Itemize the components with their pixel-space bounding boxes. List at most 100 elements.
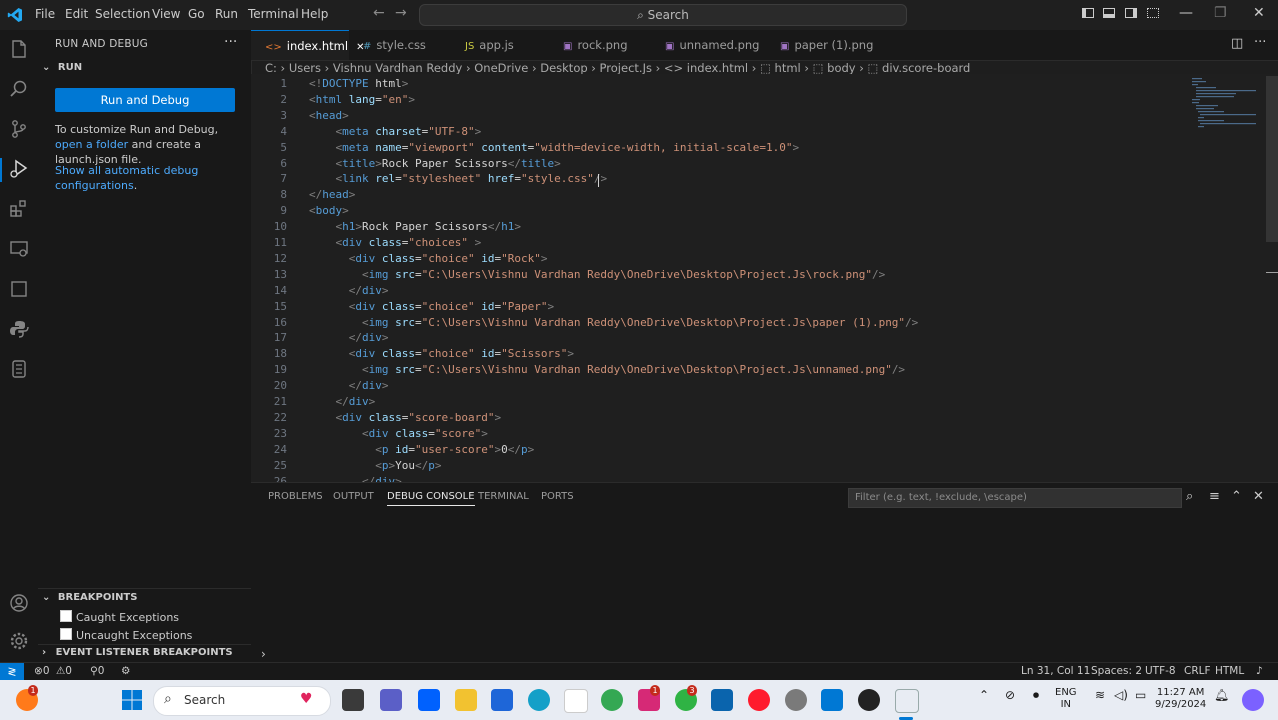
toggle-secondary-sidebar-icon[interactable] xyxy=(1125,8,1137,18)
python-icon[interactable] xyxy=(8,318,30,340)
breakpoints-section-header[interactable]: ⌄ BREAKPOINTS xyxy=(42,592,137,603)
close-window-icon[interactable]: ✕ xyxy=(1253,5,1265,21)
database-icon[interactable] xyxy=(8,358,30,380)
menu-run[interactable]: Run xyxy=(215,7,238,21)
remote-indicator-icon[interactable]: ≷ xyxy=(0,663,24,681)
more-actions-icon[interactable]: ··· xyxy=(224,34,237,50)
menu-go[interactable]: Go xyxy=(188,7,205,21)
tab-terminal[interactable]: TERMINAL xyxy=(478,491,529,502)
restore-icon[interactable]: ❐ xyxy=(1214,5,1227,21)
tab-debug-console[interactable]: DEBUG CONSOLE xyxy=(387,491,475,506)
debug-console-filter-input[interactable]: Filter (e.g. text, !exclude, \escape) xyxy=(848,488,1182,508)
tab-output[interactable]: OUTPUT xyxy=(333,491,374,502)
run-section-header[interactable]: ⌄ RUN xyxy=(42,62,82,73)
debug-console-prompt[interactable]: › xyxy=(261,647,266,661)
encoding[interactable]: UTF-8 xyxy=(1145,665,1176,677)
tab-style-css[interactable]: # style.css xyxy=(349,30,451,60)
tab-rock-png[interactable]: ▣ rock.png xyxy=(549,30,651,60)
tab-problems[interactable]: PROBLEMS xyxy=(268,491,323,502)
split-editor-icon[interactable]: ◫ xyxy=(1231,36,1243,51)
teams-icon[interactable] xyxy=(380,689,402,711)
menu-file[interactable]: File xyxy=(35,7,55,21)
microphone-icon[interactable]: ⏺ xyxy=(1033,688,1039,703)
media-app-icon[interactable] xyxy=(858,689,880,711)
clock[interactable]: 11:27 AM 9/29/2024 xyxy=(1155,687,1206,711)
close-panel-icon[interactable]: ✕ xyxy=(1253,489,1264,504)
ports-status[interactable]: ⚲0 xyxy=(90,665,104,677)
menu-edit[interactable]: Edit xyxy=(65,7,88,21)
maximize-panel-icon[interactable]: ⌃ xyxy=(1231,489,1242,504)
settings-icon[interactable] xyxy=(785,689,807,711)
toggle-panel-icon[interactable] xyxy=(1103,8,1115,18)
menu-selection[interactable]: Selection xyxy=(95,7,150,21)
clear-console-icon[interactable]: ≡ xyxy=(1209,489,1220,504)
task-view-icon[interactable] xyxy=(342,689,364,711)
checkbox[interactable] xyxy=(60,628,72,640)
run-and-debug-icon[interactable] xyxy=(8,158,30,180)
outlook-icon[interactable] xyxy=(711,689,733,711)
chrome-icon[interactable] xyxy=(601,689,623,711)
taskbar-search-box[interactable]: ⌕ Search ♥ xyxy=(153,686,331,716)
opera-icon[interactable] xyxy=(748,689,770,711)
editor-more-actions-icon[interactable]: ··· xyxy=(1254,35,1266,50)
notification-bell-icon[interactable]: 🔔︎ xyxy=(1214,688,1229,702)
search-icon[interactable] xyxy=(8,78,30,100)
minimap[interactable] xyxy=(1190,76,1258,128)
tab-index-html[interactable]: <> index.html ✕ xyxy=(251,30,364,60)
breakpoint-uncaught-exceptions[interactable]: Uncaught Exceptions xyxy=(60,628,192,642)
vscode-taskbar-icon[interactable] xyxy=(821,689,843,711)
wifi-icon[interactable]: ≋ xyxy=(1095,688,1105,702)
indentation[interactable]: Spaces: 2 xyxy=(1091,665,1142,677)
edge-icon[interactable] xyxy=(528,689,550,711)
cursor-position[interactable]: Ln 31, Col 11 xyxy=(1021,665,1090,677)
tab-app-js[interactable]: JS app.js xyxy=(451,30,549,60)
editor-scrollbar[interactable] xyxy=(1266,76,1278,242)
language-mode[interactable]: HTML xyxy=(1215,665,1244,677)
amazon-icon[interactable] xyxy=(564,689,588,713)
vpn-icon[interactable]: ⊘ xyxy=(1005,688,1015,702)
notifications-bell-icon[interactable]: ♪ xyxy=(1256,665,1263,677)
back-arrow-icon[interactable]: ← xyxy=(373,5,385,21)
tab-unnamed-png[interactable]: ▣ unnamed.png xyxy=(651,30,766,60)
source-control-icon[interactable] xyxy=(8,118,30,140)
menu-help[interactable]: Help xyxy=(301,7,328,21)
testing-icon[interactable] xyxy=(8,278,30,300)
firefox-icon[interactable]: 1 xyxy=(16,685,38,711)
search-icon[interactable]: ⌕ xyxy=(1186,489,1193,504)
extensions-icon[interactable] xyxy=(8,198,30,220)
checkbox[interactable] xyxy=(60,610,72,622)
customize-layout-icon[interactable] xyxy=(1147,8,1159,18)
explorer-icon[interactable] xyxy=(8,38,30,60)
debug-launch-icon[interactable]: ⚙ xyxy=(121,665,130,677)
volume-icon[interactable]: ◁) xyxy=(1114,688,1128,702)
settings-gear-icon[interactable] xyxy=(8,630,30,652)
minimize-icon[interactable]: — xyxy=(1179,5,1193,21)
copilot-icon[interactable] xyxy=(1242,689,1264,711)
battery-icon[interactable]: ▭ xyxy=(1135,688,1146,702)
tab-paper-1-png[interactable]: ▣ paper (1).png xyxy=(766,30,891,60)
file-explorer-icon[interactable] xyxy=(455,689,477,711)
language-indicator[interactable]: ENG IN xyxy=(1055,687,1077,711)
microsoft-store-icon[interactable] xyxy=(491,689,513,711)
event-listener-breakpoints-header[interactable]: › EVENT LISTENER BREAKPOINTS xyxy=(42,647,233,658)
code-editor[interactable]: 1 <!DOCTYPE html> 2 <html lang="en"> 3 <head>… xyxy=(251,74,1278,482)
chevron-up-icon[interactable]: ⌃ xyxy=(979,688,989,702)
chat-app-icon[interactable]: 3 xyxy=(675,685,697,711)
tab-ports[interactable]: PORTS xyxy=(541,491,574,502)
menu-view[interactable]: View xyxy=(152,7,180,21)
breakpoint-caught-exceptions[interactable]: Caught Exceptions xyxy=(60,610,179,624)
toggle-primary-sidebar-icon[interactable] xyxy=(1082,8,1094,18)
command-center-search[interactable]: ⌕ Search xyxy=(419,4,907,26)
instagram-icon[interactable]: 1 xyxy=(638,685,660,711)
run-and-debug-button[interactable]: Run and Debug xyxy=(55,88,235,112)
open-folder-link[interactable]: open a folder xyxy=(55,138,128,151)
end-of-line[interactable]: CRLF xyxy=(1184,665,1211,677)
remote-explorer-icon[interactable] xyxy=(8,238,30,260)
account-icon[interactable] xyxy=(8,592,30,614)
menu-terminal[interactable]: Terminal xyxy=(248,7,299,21)
windows-start-icon[interactable] xyxy=(121,689,143,711)
problems-status[interactable]: ⊗0 ⚠0 xyxy=(34,665,72,677)
forward-arrow-icon[interactable]: → xyxy=(395,5,407,21)
breadcrumb[interactable]: C: › Users › Vishnu Vardhan Reddy › OneD… xyxy=(265,61,970,75)
snipping-tool-icon[interactable] xyxy=(895,689,919,713)
